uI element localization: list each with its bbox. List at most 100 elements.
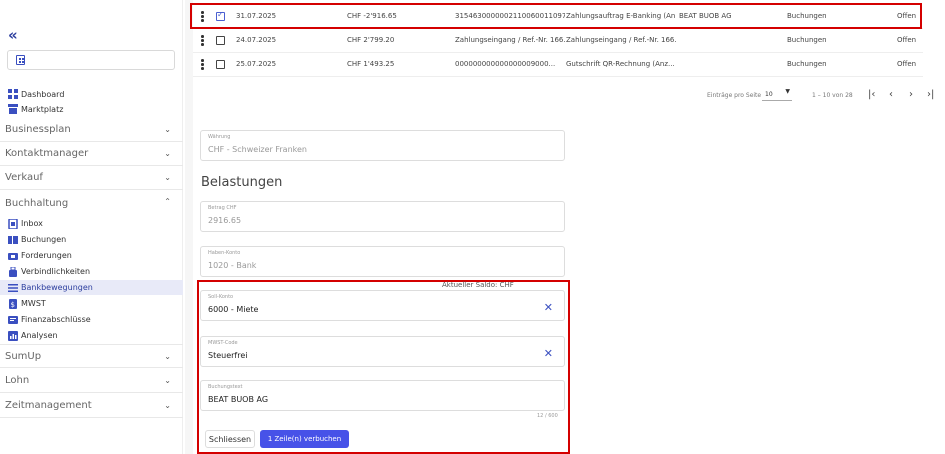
sidebar-item-label: Analysen [21,331,58,340]
table-row[interactable]: 24.07.2025 CHF 2'799.20 Zahlungseingang … [193,29,923,53]
amount-field: Betrag CHF 2916.65 [200,201,565,232]
field-value: CHF - Schweizer Franken [208,145,307,154]
chevron-up-icon: ⌃ [164,197,171,206]
caret-down-icon: ▼ [785,88,790,95]
organization-selector[interactable] [7,50,175,70]
row-status: Offen [897,60,917,68]
receivable-icon [8,251,18,261]
svg-text:$: $ [11,301,15,309]
clear-icon[interactable]: ✕ [544,347,553,360]
row-menu-icon[interactable] [201,59,204,70]
row-checkbox[interactable] [216,60,225,69]
per-page-label: Einträge pro Seite [707,92,762,99]
sidebar-item-verbindlichkeiten[interactable]: Verbindlichkeiten [8,264,90,279]
inbox-icon [8,217,18,230]
book-button[interactable]: 1 Zeile(n) verbuchen [260,430,349,448]
field-label: MWST-Code [208,340,238,346]
first-page-icon[interactable]: |‹ [868,89,875,100]
sidebar: « Dashboard Marktplatz Businessplan ⌄ Ko… [0,0,183,454]
list-icon [8,283,18,293]
sidebar-item-analysen[interactable]: Analysen [8,328,58,343]
section-label: Lohn [5,375,30,386]
bag-icon [8,266,18,277]
sidebar-item-mwst[interactable]: $ MWST [8,296,46,311]
chevron-down-icon: ⌄ [164,376,171,385]
char-counter: 12 / 600 [537,413,558,419]
sidebar-item-label: Forderungen [21,251,72,260]
sidebar-item-label: Dashboard [21,89,65,99]
section-label: SumUp [5,350,42,362]
sidebar-item-label: Finanzabschlüsse [21,315,91,324]
chevron-down-icon: ⌄ [164,173,171,182]
sidebar-item-buchungen[interactable]: Buchungen [8,232,66,247]
section-verkauf[interactable]: Verkauf ⌄ [0,166,183,190]
current-balance: Aktueller Saldo: CHF [442,281,514,289]
section-lohn[interactable]: Lohn ⌄ [0,369,183,393]
building-icon [16,55,25,65]
mwst-code-field[interactable]: MWST-Code Steuerfrei ✕ [200,336,565,367]
section-label: Kontaktmanager [5,148,89,159]
row-text: Zahlungseingang / Ref.-Nr. 166... [566,36,676,44]
per-page-select[interactable]: 10 ▼ [762,85,792,101]
chevron-down-icon: ⌄ [164,149,171,158]
sidebar-item-label: Buchungen [21,235,67,244]
table-row[interactable]: 25.07.2025 CHF 1'493.25 0000000000000000… [193,53,923,77]
section-label: Zeitmanagement [5,400,92,411]
chart-icon [8,330,18,341]
per-page-value: 10 [765,91,773,98]
sidebar-item-bankbewegungen[interactable]: Bankbewegungen [0,280,183,295]
page-range: 1 – 10 von 28 [812,92,853,99]
field-value: 6000 - Miete [208,305,259,314]
field-value: BEAT BUOB AG [208,395,269,404]
selection-highlight [190,3,922,29]
row-date: 24.07.2025 [236,36,277,44]
sidebar-item-label: MWST [21,299,46,308]
row-reference: 000000000000000009000... [455,60,556,68]
field-value: 1020 - Bank [208,261,257,270]
next-page-icon[interactable]: › [909,89,913,100]
buchungstext-field[interactable]: Buchungstext BEAT BUOB AG [200,380,565,411]
row-type: Buchungen [787,36,827,44]
row-reference: Zahlungseingang / Ref.-Nr. 166... [455,36,565,44]
section-label: Verkauf [5,172,43,183]
sidebar-item-forderungen[interactable]: Forderungen [8,248,72,263]
book-icon [8,235,18,245]
section-label: Businessplan [5,124,71,135]
sidebar-item-marktplatz[interactable]: Marktplatz [8,102,63,116]
soll-konto-field[interactable]: Soll-Konto 6000 - Miete ✕ [200,290,565,321]
row-amount: CHF 1'493.25 [347,60,395,68]
row-text: Gutschrift QR-Rechnung (Anz... [566,60,675,68]
sidebar-item-dashboard[interactable]: Dashboard [8,87,64,101]
section-businessplan[interactable]: Businessplan ⌄ [0,118,183,142]
close-button[interactable]: Schliessen [205,430,255,448]
sidebar-item-finanzabschluesse[interactable]: Finanzabschlüsse [8,312,91,327]
row-date: 25.07.2025 [236,60,277,68]
section-sumup[interactable]: SumUp ⌄ [0,344,183,368]
collapse-sidebar-icon[interactable]: « [8,26,18,44]
section-kontaktmanager[interactable]: Kontaktmanager ⌄ [0,142,183,166]
report-icon [8,315,18,325]
prev-page-icon[interactable]: ‹ [889,89,893,100]
sidebar-item-inbox[interactable]: Inbox [8,216,43,231]
content-gutter [185,0,193,454]
section-label: Buchhaltung [5,197,69,209]
chevron-down-icon: ⌄ [164,125,171,134]
row-checkbox[interactable] [216,36,225,45]
tax-doc-icon: $ [8,298,18,309]
section-buchhaltung[interactable]: Buchhaltung ⌃ [0,191,183,215]
chevron-down-icon: ⌄ [164,352,171,361]
chevron-down-icon: ⌄ [164,401,171,410]
field-label: Währung [208,134,231,140]
field-label: Haben-Konto [208,250,241,256]
row-type: Buchungen [787,60,827,68]
field-label: Soll-Konto [208,294,234,300]
clear-icon[interactable]: ✕ [544,301,553,314]
field-label: Betrag CHF [208,205,237,211]
field-label: Buchungstext [208,384,243,390]
section-zeitmanagement[interactable]: Zeitmanagement ⌄ [0,394,183,418]
row-amount: CHF 2'799.20 [347,36,395,44]
last-page-icon[interactable]: ›| [927,89,934,100]
row-menu-icon[interactable] [201,35,204,46]
field-value: 2916.65 [208,216,242,225]
store-icon [8,104,18,114]
